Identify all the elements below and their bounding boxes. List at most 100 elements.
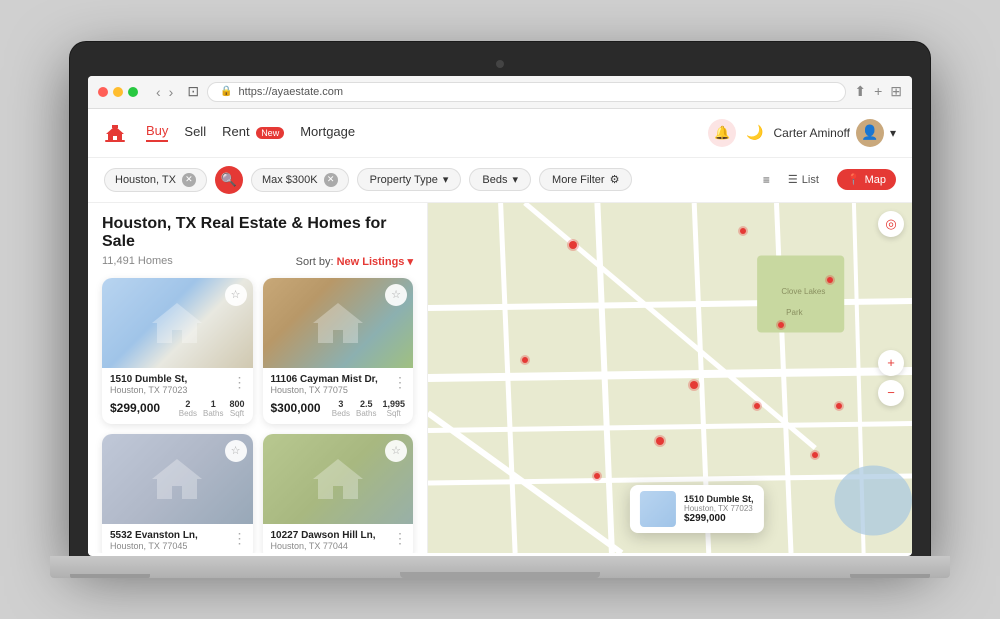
property-info: ⋮ 11106 Cayman Mist Dr, Houston, TX 7707…	[263, 368, 414, 424]
map-marker[interactable]	[656, 437, 664, 445]
beds-detail: 2 Beds	[179, 399, 197, 418]
favorite-button[interactable]: ☆	[385, 440, 407, 462]
nav-logo[interactable]	[104, 124, 126, 142]
map-view-button[interactable]: 📍 Map	[837, 169, 896, 190]
url-text: https://ayaestate.com	[239, 86, 344, 98]
property-details: 3 Beds 2.5 Baths	[332, 399, 405, 418]
search-button[interactable]: 🔍	[215, 166, 243, 194]
more-options-button[interactable]: ⋮	[393, 530, 407, 547]
sqft-detail: 1,995 Sqft	[382, 399, 405, 418]
property-price: $300,000	[271, 401, 321, 415]
laptop-bezel: ‹ › ⊡ 🔒 https://ayaestate.com ⬆ + ⊞	[70, 42, 930, 556]
favorite-button[interactable]: ☆	[225, 440, 247, 462]
sort-label: Sort by: New Listings ▾	[296, 255, 413, 268]
maximize-button[interactable]	[128, 87, 138, 97]
property-card[interactable]: ☆ ⋮ 10227 Dawson Hill Ln, Houston, TX 77…	[263, 434, 414, 553]
property-image: ☆	[102, 434, 253, 524]
sort-value[interactable]: New Listings ▾	[337, 256, 413, 268]
new-tab-icon[interactable]: +	[874, 83, 882, 100]
property-card[interactable]: ☆ ⋮ 1510 Dumble St, Houston, TX 77023 $2…	[102, 278, 253, 424]
map-marker[interactable]	[740, 228, 746, 234]
forward-button[interactable]: ›	[167, 84, 176, 100]
map-marker[interactable]	[594, 473, 600, 479]
map-panel[interactable]: Clove Lakes Park	[428, 203, 912, 553]
nav-right: 🔔 🌙 Carter Aminoff 👤 ▾	[708, 119, 896, 147]
sqft-detail: 800 Sqft	[229, 399, 244, 418]
close-button[interactable]	[98, 87, 108, 97]
address-bar[interactable]: 🔒 https://ayaestate.com	[207, 82, 846, 102]
property-city: Houston, TX 77023	[110, 385, 245, 395]
map-marker[interactable]	[827, 277, 833, 283]
my-location-button[interactable]: ◎	[878, 211, 904, 237]
zoom-out-button[interactable]: −	[878, 380, 904, 406]
filter-lines-icon: ≡	[763, 173, 770, 187]
property-price-row: $300,000 3 Beds 2.5	[271, 399, 406, 418]
property-info: ⋮ 5532 Evanston Ln, Houston, TX 77045	[102, 524, 253, 553]
list-icon: ☰	[788, 173, 798, 186]
map-marker[interactable]	[690, 381, 698, 389]
price-tag-text: Max $300K	[262, 174, 318, 186]
location-tag-close[interactable]: ✕	[182, 173, 196, 187]
map-marker[interactable]	[522, 357, 528, 363]
location-tag[interactable]: Houston, TX ✕	[104, 168, 207, 192]
more-options-button[interactable]: ⋮	[233, 530, 247, 547]
zoom-in-button[interactable]: +	[878, 350, 904, 376]
extensions-icon[interactable]: ⊞	[890, 83, 902, 100]
chevron-down-icon: ▾	[890, 126, 896, 140]
map-marker[interactable]	[836, 403, 842, 409]
beds-filter[interactable]: Beds ▾	[469, 168, 531, 191]
property-grid: ☆ ⋮ 1510 Dumble St, Houston, TX 77023 $2…	[102, 278, 413, 553]
nav-buy[interactable]: Buy	[146, 123, 168, 142]
more-filter[interactable]: More Filter ⚙	[539, 168, 632, 191]
favorite-button[interactable]: ☆	[225, 284, 247, 306]
favorite-button[interactable]: ☆	[385, 284, 407, 306]
search-icon: 🔍	[221, 172, 237, 188]
property-card[interactable]: ☆ ⋮ 11106 Cayman Mist Dr, Houston, TX 77…	[263, 278, 414, 424]
notifications-button[interactable]: 🔔	[708, 119, 736, 147]
dark-mode-button[interactable]: 🌙	[746, 124, 763, 141]
map-marker[interactable]	[778, 322, 784, 328]
more-options-button[interactable]: ⋮	[233, 374, 247, 391]
map-marker[interactable]	[569, 241, 577, 249]
user-menu[interactable]: Carter Aminoff 👤 ▾	[773, 119, 896, 147]
popup-info: 1510 Dumble St, Houston, TX 77023 $299,0…	[684, 494, 754, 524]
price-tag[interactable]: Max $300K ✕	[251, 168, 349, 192]
laptop-base	[50, 556, 950, 578]
minimize-button[interactable]	[113, 87, 123, 97]
home-icon	[104, 124, 126, 142]
map-pin-icon: 📍	[847, 173, 861, 186]
property-card[interactable]: ☆ ⋮ 5532 Evanston Ln, Houston, TX 77045	[102, 434, 253, 553]
property-price: $299,000	[110, 401, 160, 415]
laptop-foot-right	[850, 574, 930, 578]
nav-sell[interactable]: Sell	[184, 124, 206, 141]
app-container: Buy Sell Rent New Mortgage 🔔 🌙	[88, 109, 912, 553]
tab-icon: ⊡	[187, 83, 199, 100]
price-tag-close[interactable]: ✕	[324, 173, 338, 187]
svg-text:Clove Lakes: Clove Lakes	[781, 287, 825, 296]
property-info: ⋮ 10227 Dawson Hill Ln, Houston, TX 7704…	[263, 524, 414, 553]
popup-property-image	[640, 491, 676, 527]
user-name: Carter Aminoff	[773, 126, 849, 140]
property-address: 5532 Evanston Ln,	[110, 530, 245, 541]
back-button[interactable]: ‹	[154, 84, 163, 100]
share-icon[interactable]: ⬆	[854, 83, 866, 100]
map-marker[interactable]	[754, 403, 760, 409]
rent-badge: New	[256, 127, 284, 139]
nav-rent[interactable]: Rent New	[222, 124, 284, 141]
map-marker[interactable]	[812, 452, 818, 458]
browser-tabs: ⊡	[187, 83, 199, 100]
listings-panel: Houston, TX Real Estate & Homes for Sale…	[88, 203, 428, 553]
property-image: ☆	[102, 278, 253, 368]
navigation: Buy Sell Rent New Mortgage 🔔 🌙	[88, 109, 912, 158]
popup-price: $299,000	[684, 513, 754, 524]
nav-mortgage[interactable]: Mortgage	[300, 124, 355, 141]
listings-count: 11,491 Homes	[102, 255, 173, 267]
property-address: 1510 Dumble St,	[110, 374, 245, 385]
more-options-button[interactable]: ⋮	[393, 374, 407, 391]
map-popup: 1510 Dumble St, Houston, TX 77023 $299,0…	[630, 485, 764, 533]
popup-address: 1510 Dumble St,	[684, 494, 754, 504]
property-type-chevron: ▾	[443, 173, 449, 186]
list-view-button[interactable]: ☰ List	[778, 169, 829, 190]
browser-nav: ‹ ›	[154, 84, 175, 100]
property-type-filter[interactable]: Property Type ▾	[357, 168, 462, 191]
